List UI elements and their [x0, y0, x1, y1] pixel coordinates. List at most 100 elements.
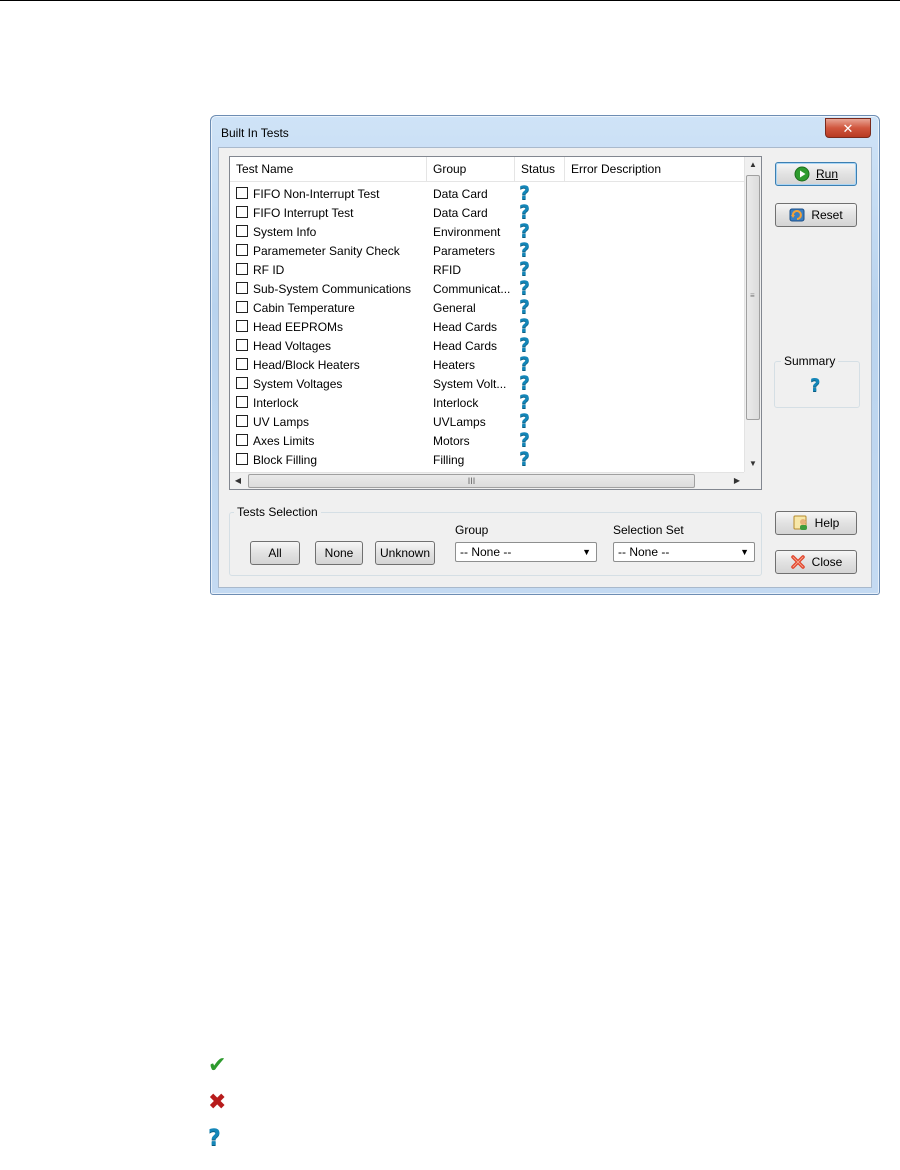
group-cell: Parameters [433, 244, 496, 258]
row-checkbox[interactable] [236, 377, 248, 389]
test-name-cell: Axes Limits [253, 434, 315, 448]
chevron-down-icon: ▼ [740, 547, 749, 557]
select-all-button[interactable]: All [250, 541, 300, 565]
fail-cross-icon: ✖ [208, 1090, 227, 1115]
page-top-rule [0, 0, 900, 1]
summary-label: Summary [781, 354, 839, 368]
row-checkbox[interactable] [236, 320, 248, 332]
table-row[interactable]: UV Lamps UVLamps? [230, 410, 745, 432]
tests-selection-label: Tests Selection [234, 505, 321, 519]
test-name-cell: Sub-System Communications [253, 282, 412, 296]
row-checkbox[interactable] [236, 301, 248, 313]
close-button[interactable]: Close [775, 550, 857, 574]
row-checkbox[interactable] [236, 396, 248, 408]
table-row[interactable]: Cabin Temperature General? [230, 296, 745, 318]
table-row[interactable]: FIFO Interrupt Test Data Card? [230, 201, 745, 223]
group-select-value: -- None -- [460, 545, 512, 559]
row-checkbox[interactable] [236, 225, 248, 237]
selection-set-value: -- None -- [618, 545, 670, 559]
row-checkbox[interactable] [236, 282, 248, 294]
table-row[interactable]: Block Filling Filling? [230, 448, 745, 470]
help-label: Help [814, 516, 840, 530]
run-label: Run [815, 167, 838, 181]
table-row[interactable]: System Voltages System Volt...? [230, 372, 745, 394]
group-cell: Head Cards [433, 339, 498, 353]
table-row[interactable]: Paramemeter Sanity Check Parameters? [230, 239, 745, 261]
table-row[interactable]: FIFO Non-Interrupt Test Data Card? [230, 185, 745, 204]
scroll-down-arrow[interactable]: ▼ [745, 456, 761, 472]
scroll-right-arrow[interactable]: ▶ [729, 473, 745, 489]
run-button[interactable]: Run [775, 162, 857, 186]
column-header-error-description[interactable]: Error Description [565, 157, 745, 181]
group-cell: General [433, 301, 476, 315]
window-close-button[interactable]: ✕ [825, 118, 871, 138]
horizontal-scroll-thumb[interactable]: III [248, 474, 695, 488]
test-name-cell: Interlock [253, 396, 299, 410]
row-checkbox[interactable] [236, 244, 248, 256]
scroll-corner [744, 472, 761, 489]
group-select[interactable]: -- None -- ▼ [455, 542, 597, 562]
close-x-icon [790, 555, 805, 569]
title-bar[interactable]: Built In Tests ✕ [211, 116, 879, 148]
row-checkbox[interactable] [236, 415, 248, 427]
reset-button[interactable]: Reset [775, 203, 857, 227]
test-name-cell: Cabin Temperature [253, 301, 355, 315]
table-row[interactable]: Head/Block Heaters Heaters? [230, 353, 745, 375]
row-checkbox[interactable] [236, 358, 248, 370]
scroll-up-arrow[interactable]: ▲ [745, 157, 761, 173]
group-cell: System Volt... [433, 377, 507, 391]
group-cell: RFID [433, 263, 461, 277]
test-name-cell: Head EEPROMs [253, 320, 344, 334]
help-button[interactable]: Help [775, 511, 857, 535]
table-row[interactable]: RF ID RFID? [230, 258, 745, 280]
test-name-cell: System Voltages [253, 377, 343, 391]
group-label: Group [455, 523, 489, 537]
horizontal-scrollbar[interactable]: ◀ III ▶ [230, 472, 745, 489]
table-row[interactable]: Head Voltages Head Cards? [230, 334, 745, 356]
column-header-group[interactable]: Group [427, 157, 515, 181]
reset-icon [789, 208, 805, 222]
row-checkbox[interactable] [236, 434, 248, 446]
selection-set-label: Selection Set [613, 523, 684, 537]
dialog-client-area: Test Name Group Status Error Description… [218, 147, 872, 588]
summary-unknown-icon: ? [810, 375, 821, 396]
unknown-question-icon: ? [208, 1126, 221, 1151]
row-checkbox[interactable] [236, 263, 248, 275]
column-header-test-name[interactable]: Test Name [230, 157, 427, 181]
select-none-button[interactable]: None [315, 541, 363, 565]
help-icon [793, 515, 807, 530]
table-row[interactable]: Interlock Interlock? [230, 391, 745, 413]
column-header-status[interactable]: Status [515, 157, 565, 181]
built-in-tests-dialog: Built In Tests ✕ Test Name Group Status … [210, 115, 880, 595]
row-checkbox[interactable] [236, 339, 248, 351]
test-rows: FIFO Non-Interrupt Test Data Card? FIFO In… [230, 185, 745, 475]
group-cell: Motors [433, 434, 470, 448]
group-cell: Head Cards [433, 320, 498, 334]
pass-check-icon: ✔ [208, 1053, 227, 1078]
table-row[interactable]: System Info Environment? [230, 220, 745, 242]
group-cell: Data Card [433, 206, 488, 220]
test-name-cell: Paramemeter Sanity Check [253, 244, 400, 258]
group-cell: Environment [433, 225, 501, 239]
row-checkbox[interactable] [236, 187, 248, 199]
status-unknown-icon: ? [519, 448, 531, 470]
select-unknown-button[interactable]: Unknown [375, 541, 435, 565]
group-cell: Filling [433, 453, 465, 467]
tests-list[interactable]: Test Name Group Status Error Description… [229, 156, 762, 490]
row-checkbox[interactable] [236, 206, 248, 218]
list-header: Test Name Group Status Error Description [230, 157, 745, 182]
scroll-grip-icon: ≡ [750, 291, 755, 300]
test-name-cell: FIFO Interrupt Test [253, 206, 354, 220]
table-row[interactable]: Sub-System Communications Communicat...? [230, 277, 745, 299]
vertical-scroll-thumb[interactable]: ≡ [746, 175, 760, 420]
vertical-scrollbar[interactable]: ▲ ≡ ▼ [744, 157, 761, 472]
test-name-cell: RF ID [253, 263, 285, 277]
row-checkbox[interactable] [236, 453, 248, 465]
table-row[interactable]: Head EEPROMs Head Cards? [230, 315, 745, 337]
reset-label: Reset [811, 208, 843, 222]
scroll-left-arrow[interactable]: ◀ [230, 473, 246, 489]
test-name-cell: System Info [253, 225, 317, 239]
selection-set-select[interactable]: -- None -- ▼ [613, 542, 755, 562]
group-cell: Heaters [433, 358, 476, 372]
table-row[interactable]: Axes Limits Motors? [230, 429, 745, 451]
